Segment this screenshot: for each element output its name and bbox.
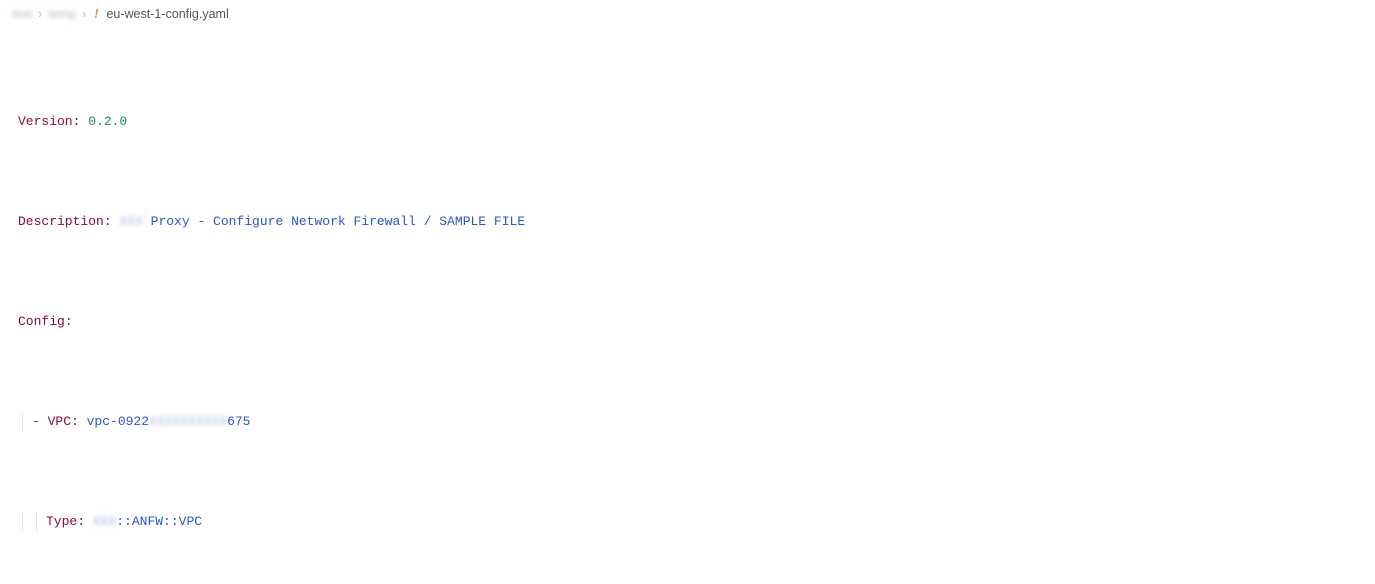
code-line[interactable]: Version: 0.2.0 bbox=[18, 112, 1375, 132]
breadcrumb[interactable]: test › temp › ! eu-west-1-config.yaml bbox=[0, 0, 1375, 28]
breadcrumb-filename[interactable]: eu-west-1-config.yaml bbox=[106, 4, 228, 24]
yaml-key: VPC bbox=[48, 414, 71, 429]
editor-window: test › temp › ! eu-west-1-config.yaml Ve… bbox=[0, 0, 1375, 584]
yaml-key: Type bbox=[46, 514, 77, 529]
yaml-key: Version bbox=[18, 114, 73, 129]
breadcrumb-sep-2: › bbox=[82, 4, 86, 24]
yaml-value: vpc-0922 bbox=[87, 414, 149, 429]
yaml-key: Config bbox=[18, 314, 65, 329]
code-line[interactable]: Config: bbox=[18, 312, 1375, 332]
yaml-value: 675 bbox=[227, 414, 250, 429]
redacted-text: XXX bbox=[93, 514, 116, 529]
yaml-key: Description bbox=[18, 214, 104, 229]
code-line[interactable]: Description: XXX Proxy - Configure Netwo… bbox=[18, 212, 1375, 232]
code-line[interactable]: - VPC: vpc-0922XXXXXXXXXX675 bbox=[18, 412, 1375, 432]
code-line[interactable]: Type: XXX::ANFW::VPC bbox=[18, 512, 1375, 532]
code-editor[interactable]: Version: 0.2.0 Description: XXX Proxy - … bbox=[0, 28, 1375, 584]
yaml-value: ::ANFW::VPC bbox=[116, 514, 202, 529]
redacted-text: XXXXXXXXXX bbox=[149, 414, 227, 429]
breadcrumb-seg-2[interactable]: temp bbox=[48, 4, 76, 24]
redacted-text: XXX bbox=[119, 214, 142, 229]
yaml-file-icon: ! bbox=[94, 4, 98, 24]
breadcrumb-sep-1: › bbox=[38, 4, 42, 24]
breadcrumb-seg-1[interactable]: test bbox=[12, 4, 32, 24]
yaml-value: 0.2.0 bbox=[88, 114, 127, 129]
yaml-value: Proxy - Configure Network Firewall / SAM… bbox=[143, 214, 525, 229]
